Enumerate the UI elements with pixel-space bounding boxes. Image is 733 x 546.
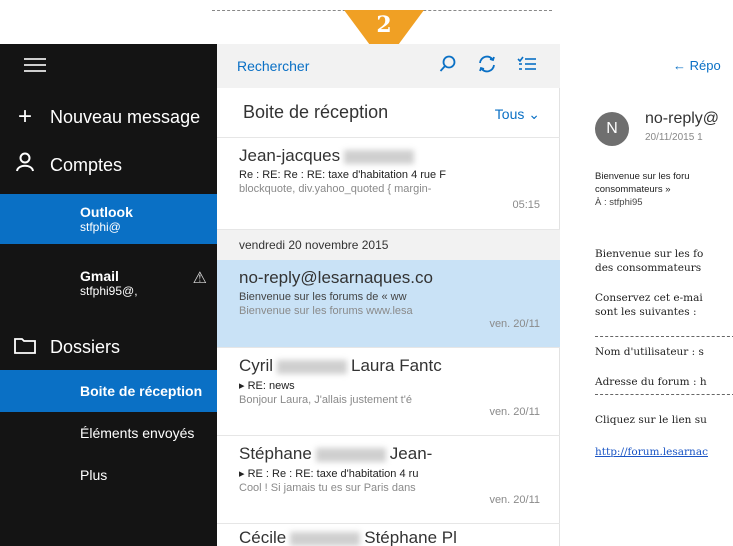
message-list-pane: Rechercher Boite de réception Tous ⌄ Jea… <box>217 44 560 546</box>
new-message-label: Nouveau message <box>50 106 201 127</box>
mail-window: + Nouveau message Comptes Outlook stfphi… <box>0 44 733 546</box>
reading-pane: ← Répo N no-reply@ 20/11/2015 1 Bienvenu… <box>561 44 733 546</box>
message-date: 05:15 <box>512 199 540 211</box>
list-item[interactable]: no-reply@lesarnaques.co Bienvenue sur le… <box>217 260 560 348</box>
folders-button[interactable]: Dossiers <box>0 330 217 364</box>
plus-icon: + <box>17 103 32 130</box>
folder-icon <box>0 333 50 361</box>
sidebar: + Nouveau message Comptes Outlook stfphi… <box>0 44 217 546</box>
reader-sender: no-reply@ <box>645 110 720 127</box>
hamburger-menu-icon[interactable] <box>24 58 46 76</box>
reader-recipient: À : stfphi95 <box>595 197 643 208</box>
reply-button[interactable]: ← Répo <box>673 58 721 73</box>
search-input[interactable]: Rechercher <box>237 58 309 74</box>
body-text: Cliquez sur le lien su <box>595 414 707 426</box>
redacted-text <box>277 359 347 374</box>
body-text: Bienvenue sur les fo <box>595 248 704 260</box>
message-date: ven. 20/11 <box>489 494 540 506</box>
list-item[interactable]: Stéphane Jean- ▸ RE : Re : RE: taxe d'hab… <box>217 436 560 524</box>
body-text: Adresse du forum : h <box>595 376 707 388</box>
folder-inbox[interactable]: Boite de réception <box>0 370 217 412</box>
inbox-header: Boite de réception Tous ⌄ <box>217 88 560 138</box>
redacted-text <box>344 149 415 164</box>
message-sender: no-reply@lesarnaques.co <box>239 268 433 287</box>
message-date: ven. 20/11 <box>489 406 540 418</box>
accounts-button[interactable]: Comptes <box>0 148 217 182</box>
divider <box>595 394 733 395</box>
forum-link[interactable]: http://forum.lesarnac <box>595 446 708 458</box>
avatar: N <box>595 112 629 146</box>
message-sender: Cécile Stéphane Pl <box>239 528 457 546</box>
account-name: Outlook <box>80 204 133 220</box>
search-bar[interactable]: Rechercher <box>217 44 560 88</box>
body-text: Nom d'utilisateur : s <box>595 346 704 358</box>
date-separator: vendredi 20 novembre 2015 <box>217 230 560 260</box>
folder-sent[interactable]: Éléments envoyés <box>0 412 217 454</box>
message-preview: Cool ! Si jamais tu es sur Paris dans <box>239 482 416 494</box>
sync-icon[interactable] <box>477 55 497 78</box>
redacted-text <box>315 447 386 462</box>
reader-date: 20/11/2015 1 <box>645 132 703 143</box>
divider <box>595 336 733 337</box>
chevron-down-icon: ⌄ <box>528 106 540 122</box>
message-subject: Re : RE: Re : RE: taxe d'habitation 4 ru… <box>239 169 446 181</box>
message-sender: Stéphane Jean- <box>239 444 433 463</box>
selection-mode-icon[interactable] <box>517 55 537 78</box>
message-preview: blockquote, div.yahoo_quoted { margin- <box>239 183 432 195</box>
message-preview: Bonjour Laura, J'allais justement t'é <box>239 394 412 406</box>
filter-dropdown[interactable]: Tous ⌄ <box>495 106 540 123</box>
step-number: 2 <box>376 12 392 38</box>
accounts-label: Comptes <box>50 154 123 175</box>
account-email: stfphi@ <box>80 220 121 234</box>
list-item[interactable]: Cécile Stéphane Pl <box>217 524 560 546</box>
warning-icon: ⚠ <box>192 270 207 287</box>
folder-more[interactable]: Plus <box>0 454 217 496</box>
new-message-button[interactable]: + Nouveau message <box>0 100 217 134</box>
forwarded-icon: ▸ <box>239 380 248 392</box>
message-sender: Cyril Laura Fantc <box>239 356 442 375</box>
message-subject: Bienvenue sur les forums de « ww <box>239 291 407 303</box>
account-gmail[interactable]: Gmail stfphi95@, ⚠ <box>0 258 217 308</box>
message-subject: ▸ RE: news <box>239 380 295 392</box>
list-item[interactable]: Jean-jacques Re : RE: Re : RE: taxe d'ha… <box>217 138 560 230</box>
message-date: ven. 20/11 <box>489 318 540 330</box>
message-preview: Bienvenue sur les forums www.lesa <box>239 305 413 317</box>
reader-subject: Bienvenue sur les foru consommateurs » <box>595 171 690 195</box>
inbox-title: Boite de réception <box>243 102 389 122</box>
body-text: sont les suivantes : <box>595 306 697 318</box>
account-outlook[interactable]: Outlook stfphi@ <box>0 194 217 244</box>
forwarded-icon: ▸ <box>239 468 248 480</box>
person-icon <box>0 151 50 179</box>
body-text: des consommateurs <box>595 262 702 274</box>
message-sender: Jean-jacques <box>239 146 560 166</box>
filter-label: Tous <box>494 106 525 122</box>
search-icon[interactable] <box>439 55 457 78</box>
list-item[interactable]: Cyril Laura Fantc ▸ RE: news Bonjour Laur… <box>217 348 560 436</box>
message-subject: ▸ RE : Re : RE: taxe d'habitation 4 ru <box>239 468 419 480</box>
redacted-text <box>290 531 361 546</box>
body-text: Conservez cet e-mai <box>595 292 703 304</box>
folders-label: Dossiers <box>50 336 121 357</box>
